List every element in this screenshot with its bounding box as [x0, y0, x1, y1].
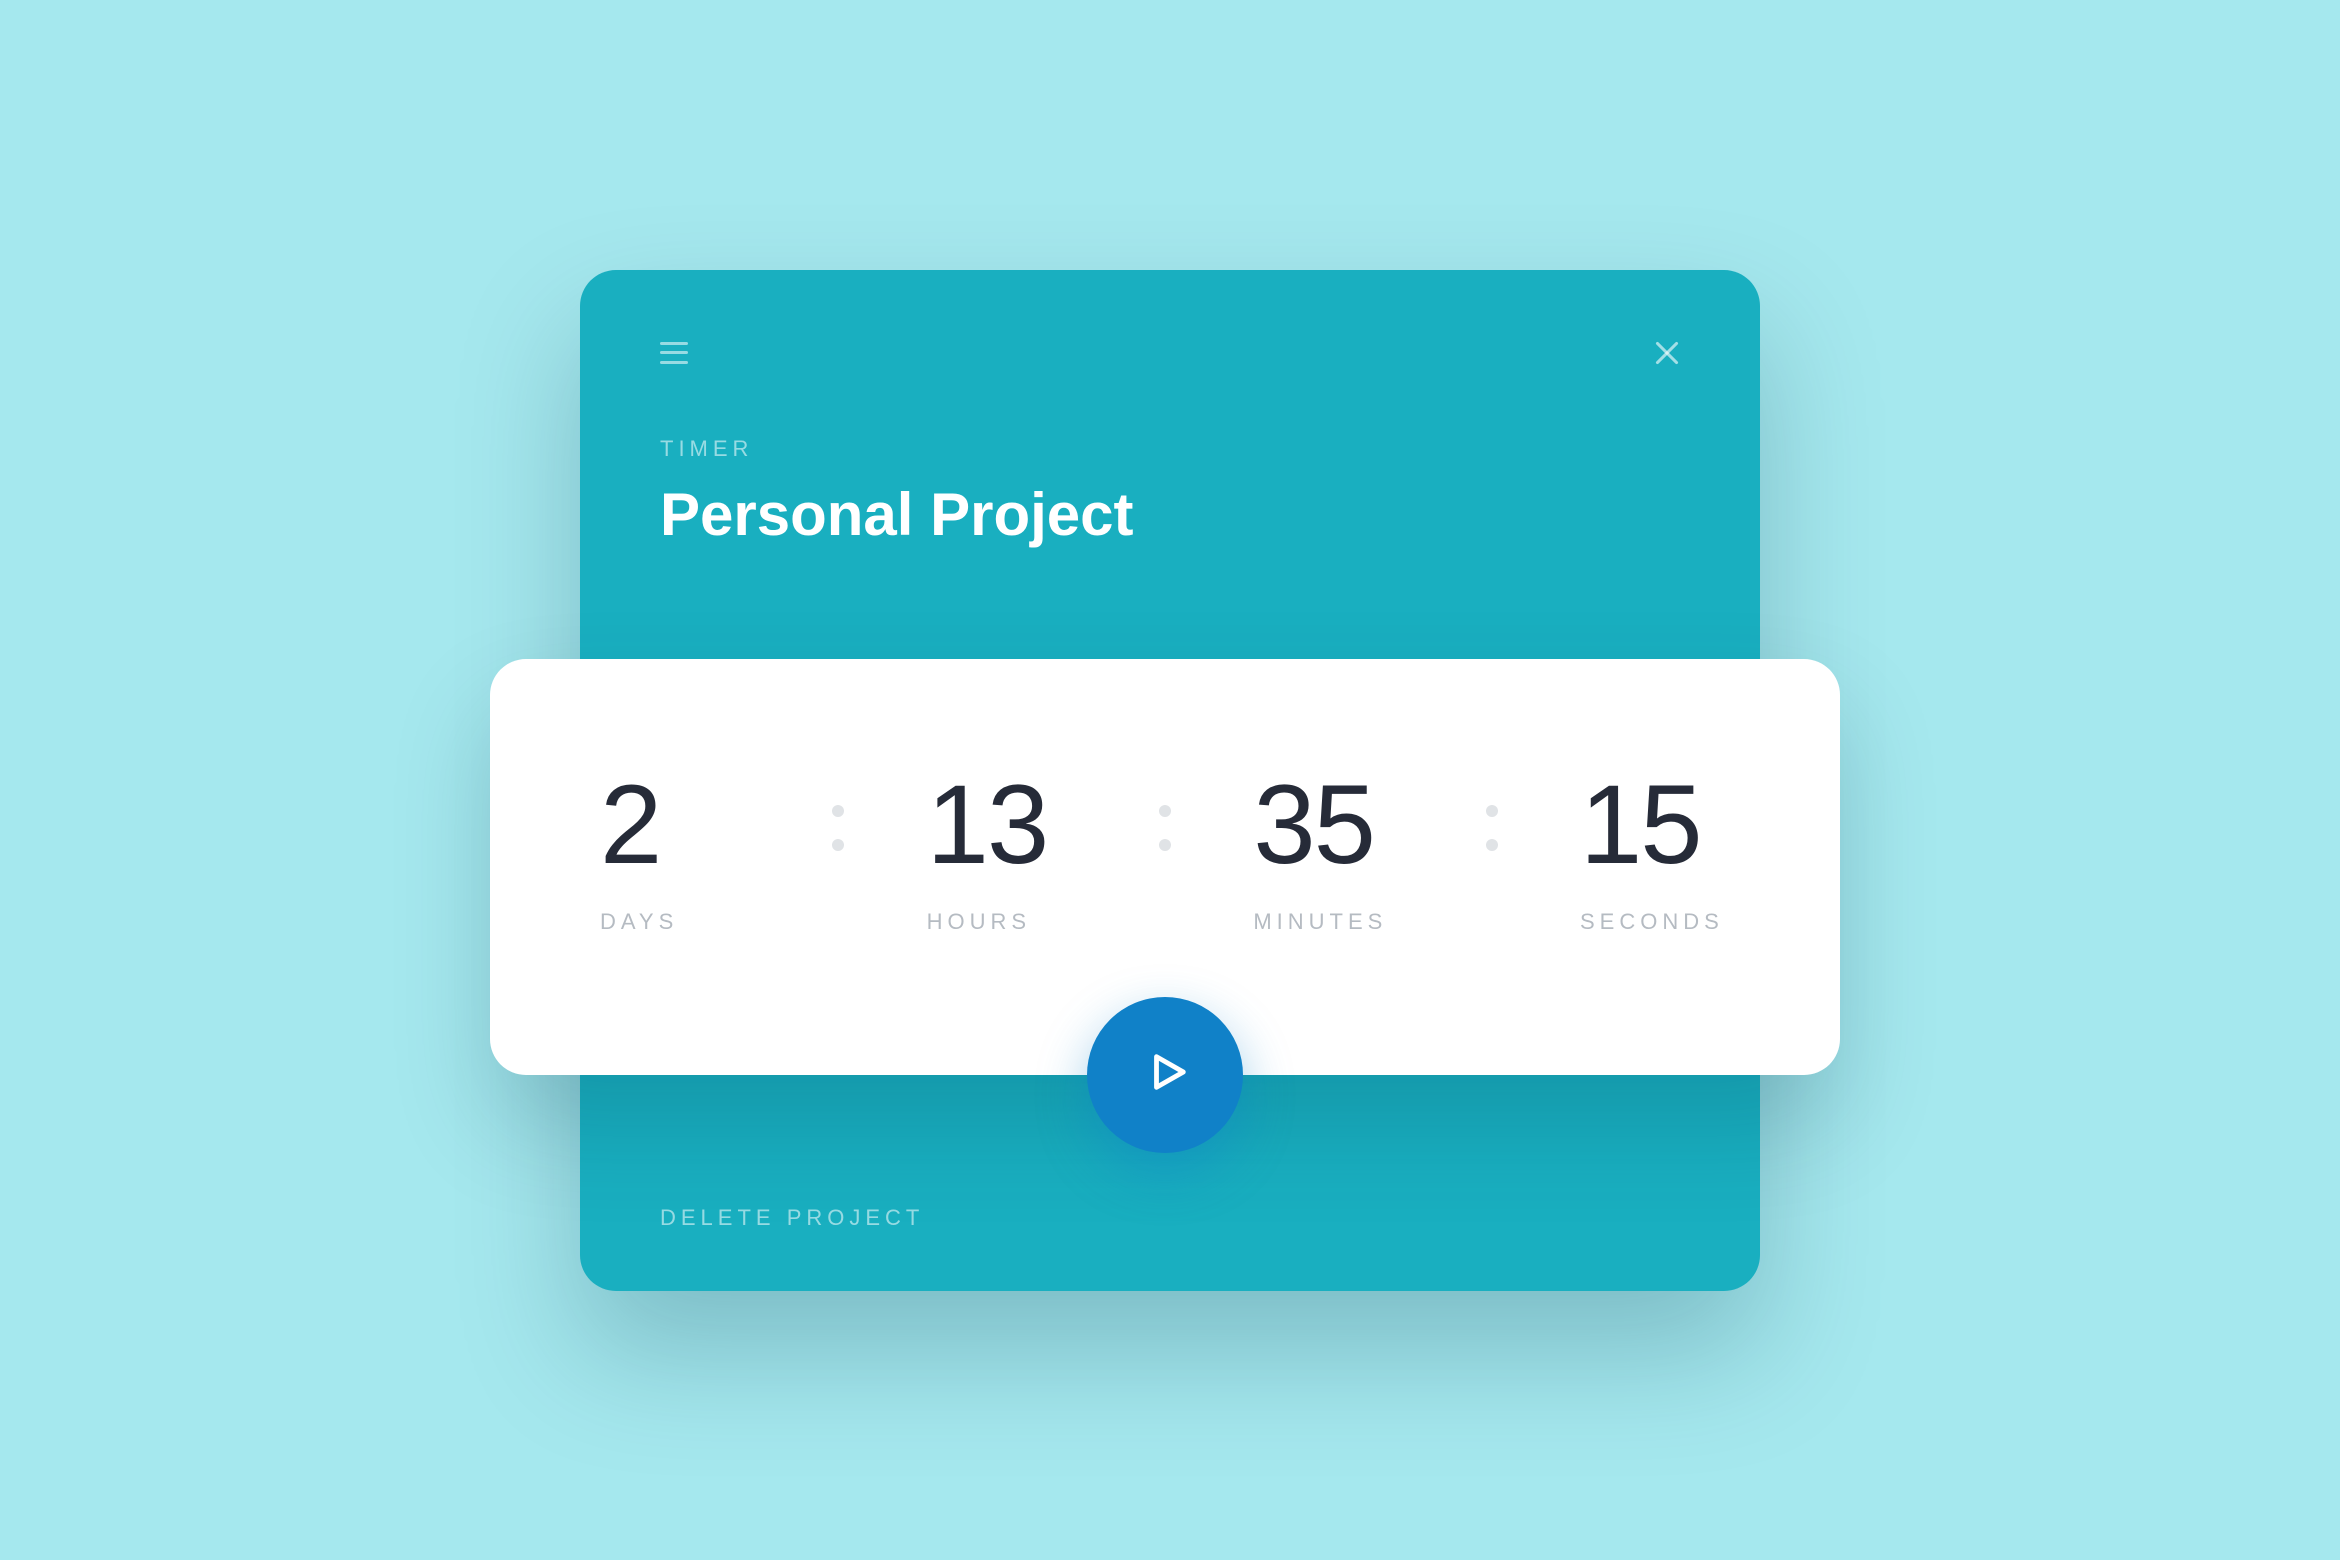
play-icon — [1139, 1049, 1191, 1100]
hours-value: 13 — [927, 769, 1048, 881]
project-title: Personal Project — [660, 480, 1680, 549]
card-header — [660, 340, 1680, 366]
separator-icon — [832, 769, 844, 851]
eyebrow-label: TIMER — [660, 436, 1680, 462]
play-button[interactable] — [1087, 997, 1243, 1153]
segment-hours: 13 HOURS — [927, 769, 1077, 935]
days-value: 2 — [600, 769, 660, 881]
seconds-label: SECONDS — [1580, 909, 1724, 935]
timer-panel: 2 DAYS 13 HOURS 35 MINUTES 15 SECONDS — [490, 659, 1840, 1075]
segment-minutes: 35 MINUTES — [1253, 769, 1403, 935]
separator-icon — [1159, 769, 1171, 851]
minutes-label: MINUTES — [1253, 909, 1387, 935]
days-label: DAYS — [600, 909, 678, 935]
segment-days: 2 DAYS — [600, 769, 750, 935]
segment-seconds: 15 SECONDS — [1580, 769, 1730, 935]
minutes-value: 35 — [1253, 769, 1374, 881]
hours-label: HOURS — [927, 909, 1031, 935]
seconds-value: 15 — [1580, 769, 1701, 881]
delete-project-link[interactable]: DELETE PROJECT — [660, 1205, 924, 1231]
close-icon[interactable] — [1654, 340, 1680, 366]
separator-icon — [1486, 769, 1498, 851]
timer-card: TIMER Personal Project 2 DAYS 13 HOURS 3… — [580, 270, 1760, 1291]
menu-icon[interactable] — [660, 342, 688, 364]
